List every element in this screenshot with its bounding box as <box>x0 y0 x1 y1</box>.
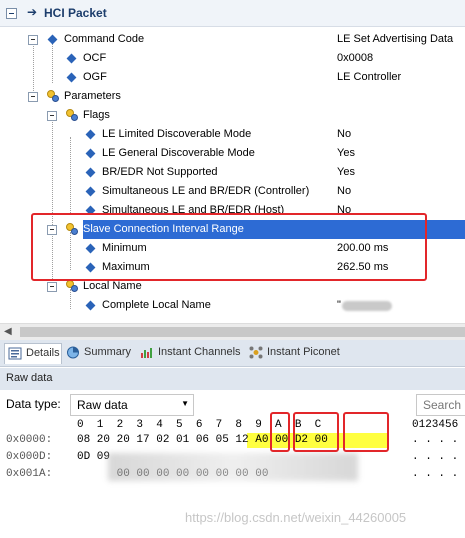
tab-label: Instant Channels <box>158 346 241 358</box>
tab-details[interactable]: Details <box>4 343 62 364</box>
field-diamond-icon <box>85 167 96 178</box>
tab-instant-channels[interactable]: Instant Channels <box>140 343 242 363</box>
dropdown-arrow-icon: ▼ <box>181 399 189 408</box>
tree-row-le-limited[interactable]: LE Limited Discoverable Mode No <box>0 125 465 144</box>
data-type-bar: Data type: Raw data ▼ Search <box>0 391 465 417</box>
data-type-select[interactable]: Raw data ▼ <box>70 394 194 416</box>
field-label: OGF <box>83 71 107 83</box>
row-address: 0x001A: <box>6 468 53 480</box>
field-diamond-icon <box>47 34 58 45</box>
redacted-bytes-blur <box>108 453 358 481</box>
field-value: Yes <box>337 147 355 159</box>
tab-label: Details <box>26 347 60 359</box>
field-label: BR/EDR Not Supported <box>102 166 218 178</box>
field-diamond-icon <box>85 205 96 213</box>
field-label: Simultaneous LE and BR/EDR (Controller) <box>102 185 310 197</box>
search-input[interactable]: Search <box>416 394 465 416</box>
field-diamond-icon <box>85 300 96 311</box>
field-diamond-icon <box>66 72 77 83</box>
flags-gear-icon <box>66 109 78 121</box>
details-icon <box>8 347 22 360</box>
field-diamond-icon <box>85 129 96 140</box>
field-value: No <box>337 204 352 213</box>
scroll-left-arrow-icon[interactable]: ◀ <box>4 326 12 337</box>
field-label: Complete Local Name <box>102 299 211 311</box>
field-value: LE Set Advertising Data <box>337 33 454 45</box>
packet-title: HCI Packet <box>44 6 107 20</box>
tab-label: Instant Piconet <box>267 346 340 358</box>
tab-summary[interactable]: Summary <box>66 343 134 363</box>
field-value: No <box>337 128 352 140</box>
row-ascii: . . . . <box>412 451 459 463</box>
field-label: Simultaneous LE and BR/EDR (Host) <box>102 204 285 213</box>
summary-icon <box>67 346 79 359</box>
collapse-icon[interactable] <box>28 35 38 45</box>
row-hex-bytes: 08 20 20 17 02 01 06 05 12 A0 00 D2 00 <box>77 434 328 446</box>
row-address: 0x000D: <box>6 451 53 463</box>
tab-label: Summary <box>84 346 132 358</box>
field-label: LE General Discoverable Mode <box>102 147 255 159</box>
annotation-box <box>293 412 339 452</box>
annotation-box <box>31 213 427 281</box>
tree-row-ogf[interactable]: OGF LE Controller <box>0 68 465 87</box>
tree-row-complete-local-name[interactable]: Complete Local Name " <box>0 296 465 315</box>
field-label: Flags <box>83 109 110 121</box>
field-label: Local Name <box>83 280 142 292</box>
tree-row-ocf[interactable]: OCF 0x0008 <box>0 49 465 68</box>
field-value: LE Controller <box>337 71 402 83</box>
parameters-gear-icon <box>47 90 59 102</box>
watermark-text: https://blog.csdn.net/weixin_44260005 <box>185 510 407 525</box>
row-address: 0x0000: <box>6 434 53 446</box>
tree-row-simul-controller[interactable]: Simultaneous LE and BR/EDR (Controller) … <box>0 182 465 201</box>
field-value: No <box>337 185 352 197</box>
field-value: Yes <box>337 166 355 178</box>
tree-row-le-general[interactable]: LE General Discoverable Mode Yes <box>0 144 465 163</box>
tree-row-parameters[interactable]: Parameters <box>0 87 465 106</box>
row-hex-bytes: 0D 09 <box>77 451 111 463</box>
raw-data-header: Raw data <box>0 368 465 390</box>
ascii-column-header: 0123456 <box>412 419 459 431</box>
collapse-icon[interactable] <box>28 92 38 102</box>
data-type-value: Raw data <box>77 398 128 412</box>
field-diamond-icon <box>85 186 96 197</box>
field-label: LE Limited Discoverable Mode <box>102 128 252 140</box>
field-value: " <box>337 299 341 311</box>
packet-header: ➔ HCI Packet <box>0 0 465 27</box>
collapse-icon[interactable] <box>6 8 17 19</box>
scrollbar-thumb[interactable] <box>20 327 465 337</box>
field-label: OCF <box>83 52 107 64</box>
field-label: Parameters <box>64 90 121 102</box>
search-placeholder: Search <box>423 398 462 412</box>
collapse-icon[interactable] <box>47 282 57 292</box>
field-diamond-icon <box>66 53 77 64</box>
decode-tree: Command Code LE Set Advertising Data OCF… <box>0 27 465 323</box>
local-name-gear-icon <box>66 280 78 292</box>
redacted-name-blur <box>342 301 392 311</box>
arrow-right-icon: ➔ <box>27 5 38 19</box>
row-ascii: . . . . <box>412 468 459 480</box>
tree-row-simul-host[interactable]: Simultaneous LE and BR/EDR (Host) No <box>0 201 465 213</box>
annotation-box <box>343 412 389 452</box>
tab-instant-piconet[interactable]: Instant Piconet <box>249 343 349 363</box>
data-type-label: Data type: <box>6 397 61 411</box>
row-ascii: . . . . <box>412 434 459 446</box>
detail-tabs: Details Summary Instant Channels Instant… <box>0 340 465 367</box>
piconet-icon <box>249 346 263 359</box>
tree-row-bredr-not-supported[interactable]: BR/EDR Not Supported Yes <box>0 163 465 182</box>
field-value: 0x0008 <box>337 52 374 64</box>
tree-row-flags[interactable]: Flags <box>0 106 465 125</box>
raw-data-title: Raw data <box>6 372 53 384</box>
tree-horizontal-scrollbar[interactable]: ◀ <box>0 323 465 340</box>
field-diamond-icon <box>85 148 96 159</box>
field-label: Command Code <box>64 33 145 45</box>
tree-row-command-code[interactable]: Command Code LE Set Advertising Data <box>0 30 465 49</box>
channels-chart-icon <box>141 348 152 358</box>
annotation-box <box>270 412 290 452</box>
collapse-icon[interactable] <box>47 111 57 121</box>
